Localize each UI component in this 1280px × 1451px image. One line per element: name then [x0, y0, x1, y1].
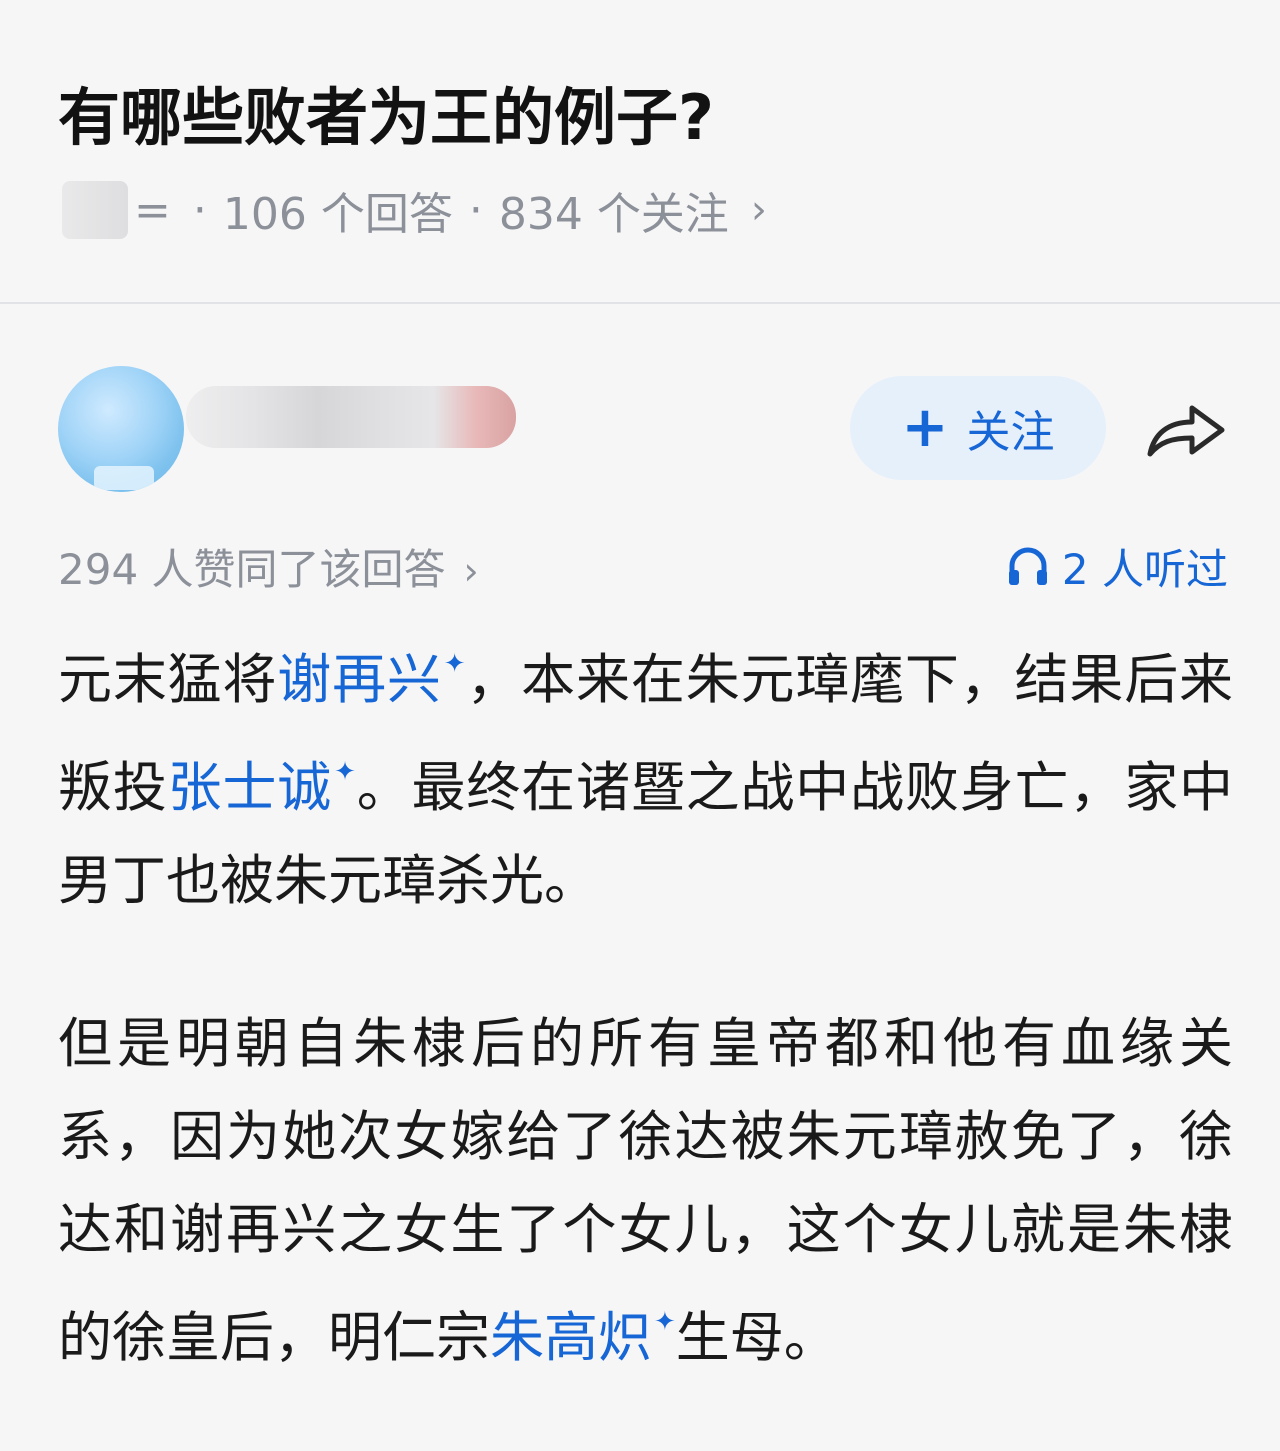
answer-body: 元末猛将谢再兴✦，本来在朱元璋麾下，结果后来叛投张士诚✦。最终在诸暨之战中战败身…: [58, 618, 1233, 1384]
upvote-count[interactable]: 294 人赞同了该回答 ›: [58, 536, 479, 597]
answer-paragraph: 但是明朝自朱棣后的所有皇帝都和他有血缘关系，因为她次女嫁给了徐达被朱元璋赦免了，…: [58, 997, 1233, 1384]
blurred-author-name[interactable]: [186, 386, 516, 448]
listen-text: 2 人听过: [1061, 544, 1228, 594]
follow-button[interactable]: + 关注: [850, 376, 1106, 480]
upvote-text: 294 人赞同了该回答: [58, 544, 446, 594]
divider: [0, 302, 1280, 304]
meta-partial: =: [134, 184, 171, 236]
chevron-right-icon: ›: [463, 548, 479, 593]
entity-link-xie-zaixing[interactable]: 谢再兴: [277, 648, 441, 711]
follow-count: 834 个关注: [498, 189, 729, 240]
sparkle-icon: ✦: [334, 757, 356, 787]
follow-label: 关注: [966, 407, 1055, 458]
avatar-detail: [94, 466, 154, 490]
blurred-topic: [62, 181, 128, 239]
avatar[interactable]: [58, 366, 184, 492]
meta-separator: ·: [192, 184, 207, 236]
question-meta[interactable]: = · 106 个回答 · 834 个关注 ›: [62, 180, 767, 240]
chevron-right-icon: ›: [750, 187, 767, 233]
sparkle-icon: ✦: [443, 649, 466, 679]
question-title[interactable]: 有哪些败者为王的例子?: [58, 78, 714, 158]
listen-count[interactable]: 2 人听过: [1006, 536, 1228, 597]
entity-link-zhu-gaochi[interactable]: 朱高炽: [490, 1306, 652, 1369]
sparkle-icon: ✦: [654, 1307, 676, 1337]
answer-text: 生母。: [675, 1306, 838, 1369]
entity-link-zhang-shicheng[interactable]: 张士诚: [168, 756, 332, 819]
meta-separator: ·: [468, 184, 483, 236]
headphones-icon: [1008, 547, 1047, 585]
answer-stats: 294 人赞同了该回答 › 2 人听过: [58, 536, 1228, 596]
answer-count: 106 个回答: [222, 189, 453, 240]
share-arrow-icon[interactable]: [1146, 396, 1228, 462]
answer-text: 元末猛将: [58, 648, 278, 711]
answer-paragraph: 元末猛将谢再兴✦，本来在朱元璋麾下，结果后来叛投张士诚✦。最终在诸暨之战中战败身…: [58, 618, 1233, 927]
plus-icon: +: [901, 395, 949, 460]
